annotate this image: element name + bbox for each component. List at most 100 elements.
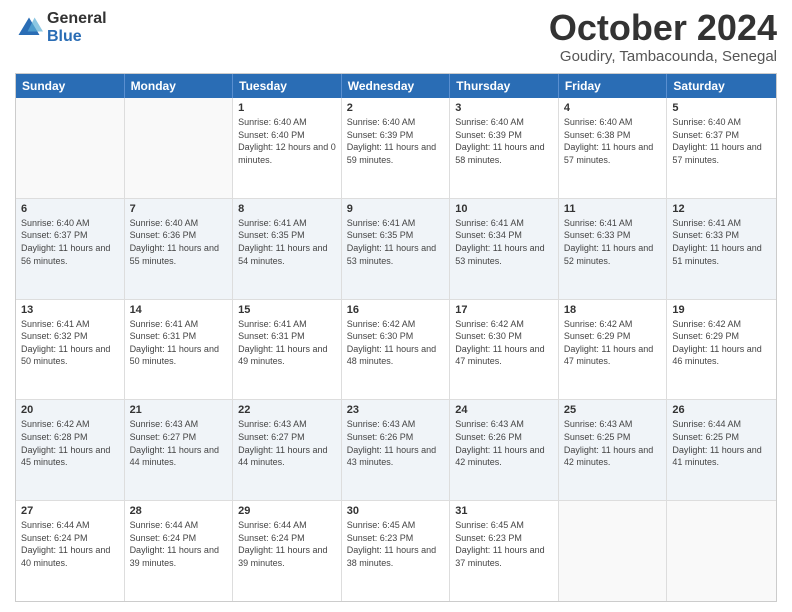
- day-number: 29: [238, 505, 336, 517]
- day-number: 2: [347, 102, 445, 114]
- day-header-saturday: Saturday: [667, 74, 776, 98]
- header: General Blue October 2024 Goudiry, Tamba…: [15, 10, 777, 65]
- day-info: Sunrise: 6:40 AM Sunset: 6:38 PM Dayligh…: [564, 116, 662, 166]
- week-row: 6Sunrise: 6:40 AM Sunset: 6:37 PM Daylig…: [16, 198, 776, 299]
- day-header-wednesday: Wednesday: [342, 74, 451, 98]
- day-cell: 18Sunrise: 6:42 AM Sunset: 6:29 PM Dayli…: [559, 300, 668, 400]
- day-info: Sunrise: 6:40 AM Sunset: 6:39 PM Dayligh…: [347, 116, 445, 166]
- day-cell: 25 Sunrise: 6:43 AM Sunset: 6:25 PM Dayli…: [559, 400, 668, 500]
- day-cell: [559, 501, 668, 601]
- day-header-tuesday: Tuesday: [233, 74, 342, 98]
- day-number: 13: [21, 304, 119, 316]
- day-cell: 17 Sunrise: 6:42 AM Sunset: 6:30 PM Dayli…: [450, 300, 559, 400]
- day-cell: 20 Sunrise: 6:42 AM Sunset: 6:28 PM Dayli…: [16, 400, 125, 500]
- day-cell: [667, 501, 776, 601]
- day-cell: 31Sunrise: 6:45 AM Sunset: 6:23 PM Dayli…: [450, 501, 559, 601]
- day-info: Sunrise: 6:42 AM Sunset: 6:29 PM Dayligh…: [672, 318, 771, 368]
- day-header-sunday: Sunday: [16, 74, 125, 98]
- day-number: 21: [130, 404, 228, 416]
- day-number: 24: [455, 404, 553, 416]
- day-cell: 6Sunrise: 6:40 AM Sunset: 6:37 PM Daylig…: [16, 199, 125, 299]
- day-info: Sunrise: 6:43 AM Sunset: 6:27 PM Dayligh…: [238, 418, 336, 468]
- calendar: SundayMondayTuesdayWednesdayThursdayFrid…: [15, 73, 777, 602]
- day-info: Sunrise: 6:40 AM Sunset: 6:40 PM Dayligh…: [238, 116, 336, 166]
- day-header-friday: Friday: [559, 74, 668, 98]
- day-info: Sunrise: 6:40 AM Sunset: 6:37 PM Dayligh…: [672, 116, 771, 166]
- week-row: 1 Sunrise: 6:40 AM Sunset: 6:40 PM Daylig…: [16, 98, 776, 198]
- day-number: 6: [21, 203, 119, 215]
- day-info: Sunrise: 6:42 AM Sunset: 6:30 PM Dayligh…: [455, 318, 553, 368]
- day-cell: 22 Sunrise: 6:43 AM Sunset: 6:27 PM Dayli…: [233, 400, 342, 500]
- week-row: 27 Sunrise: 6:44 AM Sunset: 6:24 PM Dayli…: [16, 500, 776, 601]
- week-row: 13 Sunrise: 6:41 AM Sunset: 6:32 PM Dayli…: [16, 299, 776, 400]
- day-number: 4: [564, 102, 662, 114]
- day-number: 14: [130, 304, 228, 316]
- day-cell: [16, 98, 125, 198]
- week-row: 20 Sunrise: 6:42 AM Sunset: 6:28 PM Dayli…: [16, 399, 776, 500]
- day-info: Sunrise: 6:41 AM Sunset: 6:35 PM Dayligh…: [238, 217, 336, 267]
- day-info: Sunrise: 6:41 AM Sunset: 6:31 PM Dayligh…: [130, 318, 228, 368]
- day-cell: 4 Sunrise: 6:40 AM Sunset: 6:38 PM Daylig…: [559, 98, 668, 198]
- day-info: Sunrise: 6:40 AM Sunset: 6:36 PM Dayligh…: [130, 217, 228, 267]
- day-cell: 16Sunrise: 6:42 AM Sunset: 6:30 PM Dayli…: [342, 300, 451, 400]
- day-info: Sunrise: 6:41 AM Sunset: 6:32 PM Dayligh…: [21, 318, 119, 368]
- day-cell: 5 Sunrise: 6:40 AM Sunset: 6:37 PM Daylig…: [667, 98, 776, 198]
- logo-general-text: General: [47, 10, 107, 28]
- day-number: 15: [238, 304, 336, 316]
- day-info: Sunrise: 6:43 AM Sunset: 6:26 PM Dayligh…: [347, 418, 445, 468]
- day-number: 27: [21, 505, 119, 517]
- day-number: 11: [564, 203, 662, 215]
- day-number: 22: [238, 404, 336, 416]
- title-section: October 2024 Goudiry, Tambacounda, Seneg…: [549, 10, 777, 65]
- day-cell: 30Sunrise: 6:45 AM Sunset: 6:23 PM Dayli…: [342, 501, 451, 601]
- day-number: 8: [238, 203, 336, 215]
- logo-icon: [15, 14, 43, 42]
- day-info: Sunrise: 6:43 AM Sunset: 6:25 PM Dayligh…: [564, 418, 662, 468]
- day-cell: 12Sunrise: 6:41 AM Sunset: 6:33 PM Dayli…: [667, 199, 776, 299]
- month-title: October 2024: [549, 10, 777, 46]
- day-cell: 29 Sunrise: 6:44 AM Sunset: 6:24 PM Dayli…: [233, 501, 342, 601]
- day-number: 5: [672, 102, 771, 114]
- day-info: Sunrise: 6:43 AM Sunset: 6:27 PM Dayligh…: [130, 418, 228, 468]
- day-number: 20: [21, 404, 119, 416]
- day-info: Sunrise: 6:41 AM Sunset: 6:35 PM Dayligh…: [347, 217, 445, 267]
- day-cell: 14 Sunrise: 6:41 AM Sunset: 6:31 PM Dayli…: [125, 300, 234, 400]
- weeks: 1 Sunrise: 6:40 AM Sunset: 6:40 PM Daylig…: [16, 98, 776, 601]
- day-number: 18: [564, 304, 662, 316]
- day-number: 12: [672, 203, 771, 215]
- day-header-monday: Monday: [125, 74, 234, 98]
- day-cell: 1 Sunrise: 6:40 AM Sunset: 6:40 PM Daylig…: [233, 98, 342, 198]
- day-number: 3: [455, 102, 553, 114]
- day-info: Sunrise: 6:44 AM Sunset: 6:25 PM Dayligh…: [672, 418, 771, 468]
- day-number: 17: [455, 304, 553, 316]
- day-cell: 8 Sunrise: 6:41 AM Sunset: 6:35 PM Daylig…: [233, 199, 342, 299]
- day-cell: 28Sunrise: 6:44 AM Sunset: 6:24 PM Dayli…: [125, 501, 234, 601]
- day-info: Sunrise: 6:44 AM Sunset: 6:24 PM Dayligh…: [238, 519, 336, 569]
- day-number: 25: [564, 404, 662, 416]
- day-cell: 10Sunrise: 6:41 AM Sunset: 6:34 PM Dayli…: [450, 199, 559, 299]
- day-cell: 23 Sunrise: 6:43 AM Sunset: 6:26 PM Dayli…: [342, 400, 451, 500]
- logo-text: General Blue: [47, 10, 107, 45]
- day-header-thursday: Thursday: [450, 74, 559, 98]
- day-info: Sunrise: 6:45 AM Sunset: 6:23 PM Dayligh…: [455, 519, 553, 569]
- day-number: 1: [238, 102, 336, 114]
- day-cell: 21 Sunrise: 6:43 AM Sunset: 6:27 PM Dayli…: [125, 400, 234, 500]
- day-cell: 9 Sunrise: 6:41 AM Sunset: 6:35 PM Daylig…: [342, 199, 451, 299]
- day-cell: 26 Sunrise: 6:44 AM Sunset: 6:25 PM Dayli…: [667, 400, 776, 500]
- day-info: Sunrise: 6:40 AM Sunset: 6:39 PM Dayligh…: [455, 116, 553, 166]
- day-number: 9: [347, 203, 445, 215]
- day-info: Sunrise: 6:41 AM Sunset: 6:31 PM Dayligh…: [238, 318, 336, 368]
- day-number: 19: [672, 304, 771, 316]
- day-info: Sunrise: 6:42 AM Sunset: 6:28 PM Dayligh…: [21, 418, 119, 468]
- day-info: Sunrise: 6:43 AM Sunset: 6:26 PM Dayligh…: [455, 418, 553, 468]
- day-number: 23: [347, 404, 445, 416]
- day-number: 28: [130, 505, 228, 517]
- day-cell: [125, 98, 234, 198]
- logo-blue-text: Blue: [47, 28, 107, 46]
- day-number: 7: [130, 203, 228, 215]
- day-info: Sunrise: 6:45 AM Sunset: 6:23 PM Dayligh…: [347, 519, 445, 569]
- day-number: 26: [672, 404, 771, 416]
- day-cell: 13 Sunrise: 6:41 AM Sunset: 6:32 PM Dayli…: [16, 300, 125, 400]
- day-cell: 24 Sunrise: 6:43 AM Sunset: 6:26 PM Dayli…: [450, 400, 559, 500]
- day-cell: 7 Sunrise: 6:40 AM Sunset: 6:36 PM Daylig…: [125, 199, 234, 299]
